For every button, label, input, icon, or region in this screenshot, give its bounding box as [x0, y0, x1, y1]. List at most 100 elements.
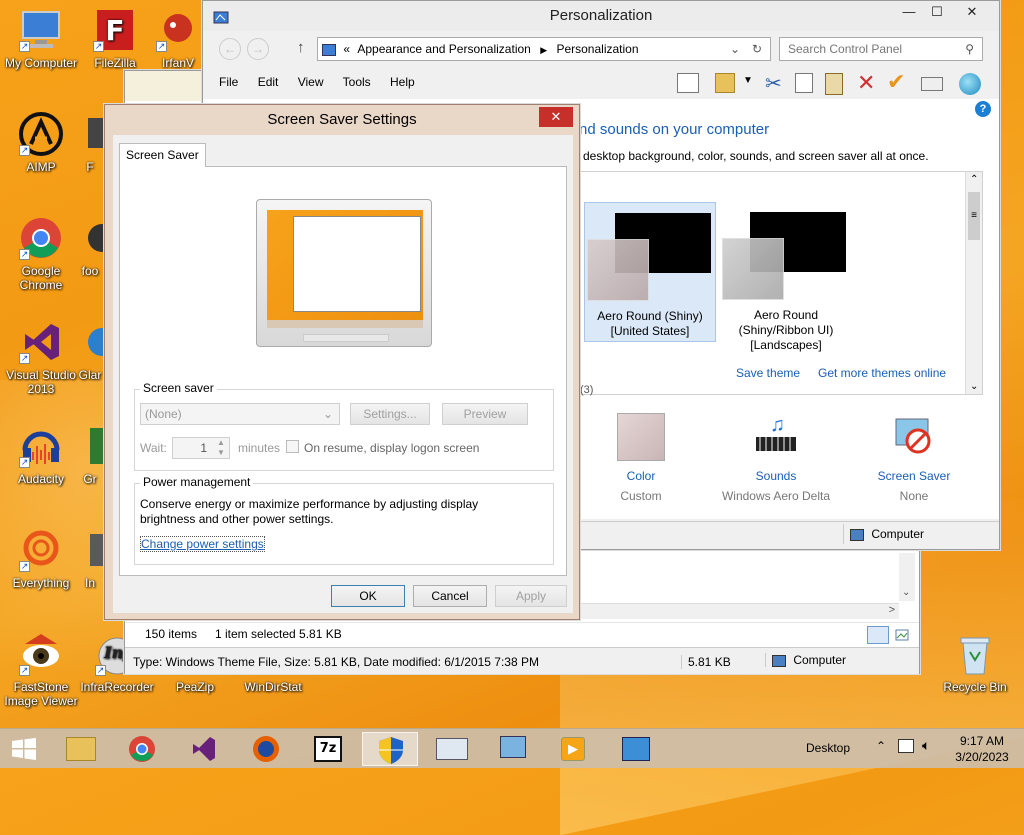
aimp-icon: ↗ [17, 110, 65, 158]
search-icon[interactable]: ⚲ [965, 38, 974, 60]
screen-saver-label[interactable]: Screen Saver [855, 469, 973, 483]
sounds-item[interactable]: ♫ Sounds Windows Aero Delta [711, 413, 841, 503]
back-icon[interactable]: ← [219, 38, 241, 60]
apply-button[interactable]: Apply [495, 585, 567, 607]
panes-icon[interactable] [677, 73, 699, 93]
color-label[interactable]: Color [581, 469, 701, 483]
menu-file[interactable]: File [219, 75, 238, 89]
desktop-icon-filezilla[interactable]: F ↗ FileZilla [74, 6, 156, 70]
scroll-thumb[interactable]: ≡ [968, 192, 980, 240]
desktop-icon-partial-in[interactable]: In [74, 526, 106, 590]
theme-item[interactable]: Aero Round (Shiny/Ribbon UI) [Landscapes… [720, 202, 852, 352]
desktop-icon-everything[interactable]: ↗ Everything [0, 526, 82, 590]
svg-text:♫: ♫ [770, 414, 785, 436]
taskbar-media[interactable]: ▶ [546, 732, 602, 766]
help-icon[interactable]: ? [975, 101, 991, 117]
large-icons-view-icon[interactable] [893, 626, 911, 644]
change-power-settings-link[interactable]: Change power settings [140, 536, 265, 552]
desktop-icon-partial-f[interactable]: F [74, 110, 106, 174]
taskbar-settings-app[interactable] [608, 732, 664, 766]
theme-list-scrollbar[interactable]: ⌃ ≡ ⌄ [965, 172, 982, 394]
taskbar-visual-studio[interactable] [176, 732, 232, 766]
power-description: Conserve energy or maximize performance … [140, 497, 479, 526]
address-dropdown-icon[interactable]: ⌄ [730, 38, 740, 60]
color-item[interactable]: Color Custom [581, 413, 701, 503]
details-view-icon[interactable] [867, 626, 889, 644]
menu-view[interactable]: View [298, 75, 324, 89]
scroll-down-icon[interactable]: ⌄ [902, 587, 910, 598]
get-more-themes-link[interactable]: Get more themes online [818, 366, 946, 380]
volume-icon[interactable]: 🔈︎ [922, 737, 930, 754]
desktop-icon-faststone[interactable]: ↗ FastStone Image Viewer [0, 630, 82, 708]
screen-saver-item[interactable]: Screen Saver None [855, 413, 973, 503]
menu-edit[interactable]: Edit [258, 75, 279, 89]
cancel-button[interactable]: Cancel [413, 585, 487, 607]
desktop-icon-glary[interactable]: Glar [74, 318, 106, 382]
network-tray-icon[interactable] [898, 739, 914, 753]
taskbar-network[interactable] [486, 732, 542, 766]
paste-icon[interactable] [825, 73, 843, 95]
preview-taskbar [267, 320, 423, 328]
taskbar-keyboard[interactable] [424, 732, 480, 766]
screen-saver-select[interactable]: (None) ⌄ [140, 403, 340, 425]
scroll-right-icon[interactable]: > [889, 604, 895, 616]
cut-icon[interactable]: ✂ [765, 71, 782, 96]
taskbar-file-explorer[interactable] [54, 732, 110, 766]
menu-help[interactable]: Help [390, 75, 415, 89]
taskbar-control-panel[interactable] [362, 732, 418, 766]
minimize-button[interactable]: — [895, 1, 923, 23]
window-title: Personalization [549, 7, 653, 24]
desktop-toolbar-label[interactable]: Desktop [806, 741, 850, 755]
stepper-down-icon[interactable]: ▼ [213, 448, 229, 458]
refresh-icon[interactable]: ↻ [752, 38, 762, 60]
stepper-up-icon[interactable]: ▲ [213, 438, 229, 448]
desktop-icon-aimp[interactable]: ↗ AIMP [0, 110, 82, 174]
properties-icon[interactable] [921, 77, 943, 91]
desktop-icon-google-chrome[interactable]: ↗ Google Chrome [0, 214, 82, 292]
taskbar-chrome[interactable] [114, 732, 170, 766]
close-button[interactable]: ✕ [955, 1, 989, 23]
desktop-icon-partial-gr[interactable]: Gr [74, 422, 106, 486]
desktop-icon-my-computer[interactable]: ↗ My Computer [0, 6, 82, 70]
settings-button[interactable]: Settings... [350, 403, 430, 425]
up-icon[interactable]: ↑ [297, 39, 305, 56]
explorer-vertical-scrollbar[interactable]: ⌄ [899, 553, 915, 601]
options-dropdown-icon[interactable]: ▼ [743, 75, 753, 86]
desktop-icon-recycle-bin[interactable]: Recycle Bin [934, 630, 1016, 694]
scroll-up-icon[interactable]: ⌃ [970, 174, 978, 185]
save-theme-link[interactable]: Save theme [736, 366, 800, 380]
resume-checkbox[interactable] [286, 440, 299, 453]
forward-icon[interactable]: → [247, 38, 269, 60]
search-placeholder: Search Control Panel [788, 42, 903, 56]
wait-stepper[interactable]: 1 ▲ ▼ [172, 437, 230, 459]
tab-screen-saver[interactable]: Screen Saver [119, 143, 206, 167]
desktop-icon-foobar[interactable]: foo [74, 214, 106, 278]
globe-icon[interactable] [959, 73, 981, 95]
menu-tools[interactable]: Tools [343, 75, 371, 89]
check-icon[interactable]: ✔ [887, 69, 905, 95]
page-heading: nd sounds on your computer [579, 121, 770, 138]
taskbar-firefox[interactable] [238, 732, 294, 766]
desktop-icon-visual-studio[interactable]: ↗ Visual Studio 2013 [0, 318, 82, 396]
maximize-button[interactable]: ☐ [923, 1, 951, 23]
preview-button[interactable]: Preview [442, 403, 528, 425]
clock[interactable]: 9:17 AM 3/20/2023 [946, 733, 1018, 765]
delete-icon[interactable]: ✕ [857, 70, 875, 96]
copy-icon[interactable] [795, 73, 813, 93]
taskbar-7zip[interactable]: 7z [300, 732, 356, 766]
folder-options-icon[interactable] [715, 73, 735, 93]
address-bar[interactable]: « Appearance and Personalization ▶ Perso… [317, 37, 771, 61]
desktop-icon-audacity[interactable]: ↗ Audacity [0, 422, 82, 486]
breadcrumb-appearance[interactable]: Appearance and Personalization [357, 42, 530, 56]
screen-saver-group-label: Screen saver [140, 381, 217, 395]
show-hidden-icons-icon[interactable]: ⌃ [876, 739, 886, 753]
theme-item-selected[interactable]: Aero Round (Shiny) [United States] [584, 202, 716, 342]
desktop-icon-irfanview[interactable]: ↗ IrfanV [148, 6, 208, 70]
start-button[interactable] [0, 729, 48, 769]
sounds-label[interactable]: Sounds [711, 469, 841, 483]
breadcrumb-personalization[interactable]: Personalization [556, 42, 638, 56]
ok-button[interactable]: OK [331, 585, 405, 607]
dialog-close-button[interactable]: ✕ [539, 107, 573, 127]
scroll-down-icon[interactable]: ⌄ [970, 381, 978, 392]
search-box[interactable]: Search Control Panel ⚲ [779, 37, 983, 61]
